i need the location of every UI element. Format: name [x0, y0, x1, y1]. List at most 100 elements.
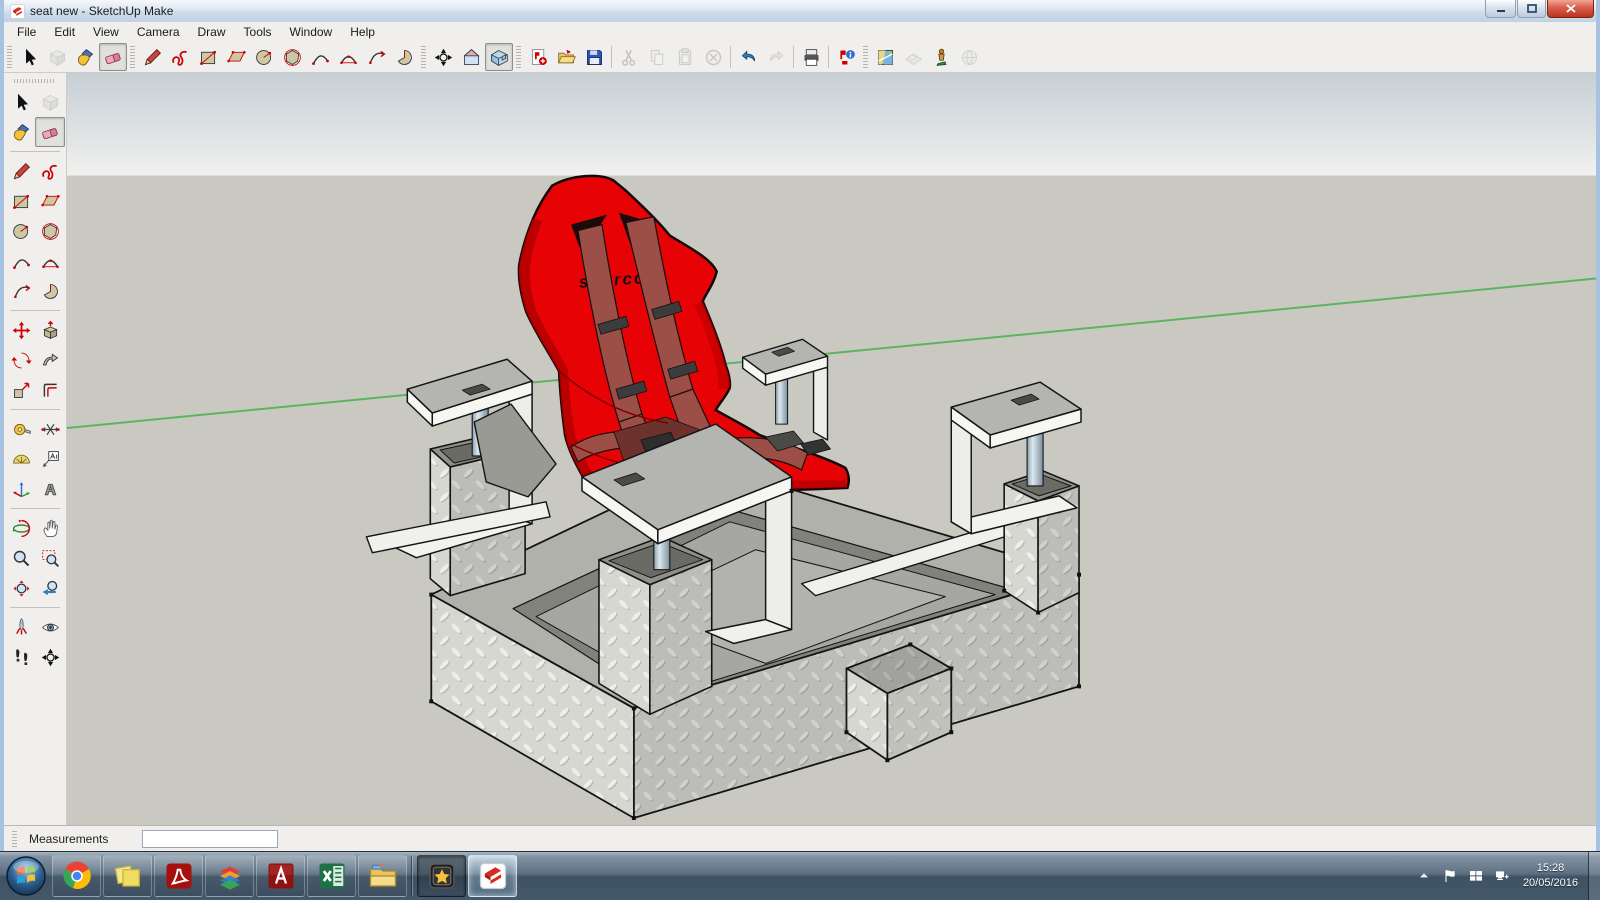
- palette-pie-tool-button[interactable]: [35, 276, 65, 306]
- three-point-arc-tool-button[interactable]: [362, 43, 390, 71]
- rectangle-tool-button[interactable]: [194, 43, 222, 71]
- redo-tool-button[interactable]: [762, 43, 790, 71]
- palette-two-point-arc-tool-button[interactable]: [35, 246, 65, 276]
- palette-dimension-tool-button[interactable]: [35, 414, 65, 444]
- palette-freehand-tool-button[interactable]: [35, 156, 65, 186]
- palette-push-pull-tool-button[interactable]: [35, 315, 65, 345]
- palette-select-tool-button[interactable]: [6, 87, 36, 117]
- taskbar-acrobat-button[interactable]: [154, 855, 203, 897]
- palette-3d-text-tool-button[interactable]: [35, 474, 65, 504]
- menu-file[interactable]: File: [8, 23, 45, 41]
- palette-walk-tool-button[interactable]: [6, 642, 36, 672]
- taskbar-star-app-button[interactable]: [417, 855, 466, 897]
- menu-edit[interactable]: Edit: [45, 23, 84, 41]
- taskbar-file-explorer-button[interactable]: [358, 855, 407, 897]
- palette-rectangle-tool-button[interactable]: [6, 186, 36, 216]
- view-iso-tool-button[interactable]: [485, 43, 513, 71]
- copy-tool-button[interactable]: [643, 43, 671, 71]
- toolbar-grip-location[interactable]: [863, 46, 868, 68]
- taskbar-chrome-button[interactable]: [52, 855, 101, 897]
- menu-tools[interactable]: Tools: [235, 23, 281, 41]
- menu-draw[interactable]: Draw: [189, 23, 235, 41]
- taskbar-sticky-notes-button[interactable]: [103, 855, 152, 897]
- palette-orbit-tool-button[interactable]: [6, 513, 36, 543]
- palette-polygon-tool-button[interactable]: [35, 216, 65, 246]
- make-component-tool-button[interactable]: [43, 43, 71, 71]
- view-front-tool-button[interactable]: [457, 43, 485, 71]
- tray-windows-logo-button[interactable]: [1468, 868, 1484, 884]
- open-tool-button[interactable]: [552, 43, 580, 71]
- palette-three-point-arc-tool-button[interactable]: [6, 276, 36, 306]
- taskbar-bluestacks-button[interactable]: [205, 855, 254, 897]
- freehand-tool-button[interactable]: [166, 43, 194, 71]
- palette-zoom-extents-tool-button[interactable]: [6, 573, 36, 603]
- palette-text-tool-button[interactable]: [35, 444, 65, 474]
- palette-rotate-tool-button[interactable]: [6, 345, 36, 375]
- palette-grip[interactable]: [14, 79, 56, 83]
- palette-navigation-compass-tool-button[interactable]: [35, 642, 65, 672]
- toolbar-grip-drawing[interactable]: [130, 46, 135, 68]
- title-bar[interactable]: seat new - SketchUp Make: [4, 0, 1596, 22]
- geo-location-tool-button[interactable]: [871, 43, 899, 71]
- maximize-button[interactable]: [1517, 0, 1546, 18]
- palette-make-component-tool-button[interactable]: [35, 87, 65, 117]
- arc-tool-button[interactable]: [306, 43, 334, 71]
- palette-scale-tool-button[interactable]: [6, 375, 36, 405]
- tray-action-center-flag-button[interactable]: [1442, 868, 1458, 884]
- menu-help[interactable]: Help: [341, 23, 384, 41]
- paste-tool-button[interactable]: [671, 43, 699, 71]
- palette-rotated-rectangle-tool-button[interactable]: [35, 186, 65, 216]
- eraser-tool-button[interactable]: [99, 43, 127, 71]
- new-tool-button[interactable]: [524, 43, 552, 71]
- statusbar-grip[interactable]: [12, 831, 17, 847]
- palette-zoom-window-tool-button[interactable]: [35, 543, 65, 573]
- 3d-warehouse-tool-button[interactable]: [955, 43, 983, 71]
- palette-zoom-tool-button[interactable]: [6, 543, 36, 573]
- measurements-input[interactable]: [142, 830, 278, 848]
- palette-eraser-tool-button[interactable]: [35, 117, 65, 147]
- print-tool-button[interactable]: [797, 43, 825, 71]
- erase-tool-button[interactable]: [699, 43, 727, 71]
- save-tool-button[interactable]: [580, 43, 608, 71]
- taskbar-clock[interactable]: 15:28 20/05/2016: [1523, 861, 1578, 891]
- show-desktop-button[interactable]: [1588, 852, 1600, 900]
- palette-move-tool-button[interactable]: [6, 315, 36, 345]
- model-info-tool-button[interactable]: [832, 43, 860, 71]
- pie-tool-button[interactable]: [390, 43, 418, 71]
- select-tool-button[interactable]: [15, 43, 43, 71]
- circle-tool-button[interactable]: [250, 43, 278, 71]
- palette-look-around-tool-button[interactable]: [35, 612, 65, 642]
- palette-arc-tool-button[interactable]: [6, 246, 36, 276]
- line-tool-button[interactable]: [138, 43, 166, 71]
- toolbar-grip-standard[interactable]: [516, 46, 521, 68]
- taskbar-sketchup-button[interactable]: [468, 855, 517, 897]
- add-person-tool-button[interactable]: [927, 43, 955, 71]
- palette-line-tool-button[interactable]: [6, 156, 36, 186]
- palette-circle-tool-button[interactable]: [6, 216, 36, 246]
- taskbar-autocad-button[interactable]: [256, 855, 305, 897]
- taskbar-excel-button[interactable]: [307, 855, 356, 897]
- palette-tape-measure-tool-button[interactable]: [6, 414, 36, 444]
- navigation-compass-tool-button[interactable]: [429, 43, 457, 71]
- viewport-3d[interactable]: sparco: [67, 73, 1596, 825]
- menu-view[interactable]: View: [84, 23, 128, 41]
- close-button[interactable]: [1547, 0, 1594, 18]
- tray-network-button[interactable]: [1494, 868, 1510, 884]
- palette-protractor-tool-button[interactable]: [6, 444, 36, 474]
- palette-follow-me-tool-button[interactable]: [35, 345, 65, 375]
- polygon-tool-button[interactable]: [278, 43, 306, 71]
- palette-zoom-previous-tool-button[interactable]: [35, 573, 65, 603]
- paint-bucket-tool-button[interactable]: [71, 43, 99, 71]
- menu-window[interactable]: Window: [281, 23, 342, 41]
- palette-paint-bucket-tool-button[interactable]: [6, 117, 36, 147]
- palette-pan-tool-button[interactable]: [35, 513, 65, 543]
- start-button[interactable]: [4, 854, 48, 898]
- cut-tool-button[interactable]: [615, 43, 643, 71]
- palette-axes-tool-button[interactable]: [6, 474, 36, 504]
- menu-camera[interactable]: Camera: [128, 23, 189, 41]
- tray-hidden-icons-button[interactable]: [1416, 868, 1432, 884]
- minimize-button[interactable]: [1485, 0, 1516, 18]
- undo-tool-button[interactable]: [734, 43, 762, 71]
- toggle-terrain-tool-button[interactable]: [899, 43, 927, 71]
- two-point-arc-tool-button[interactable]: [334, 43, 362, 71]
